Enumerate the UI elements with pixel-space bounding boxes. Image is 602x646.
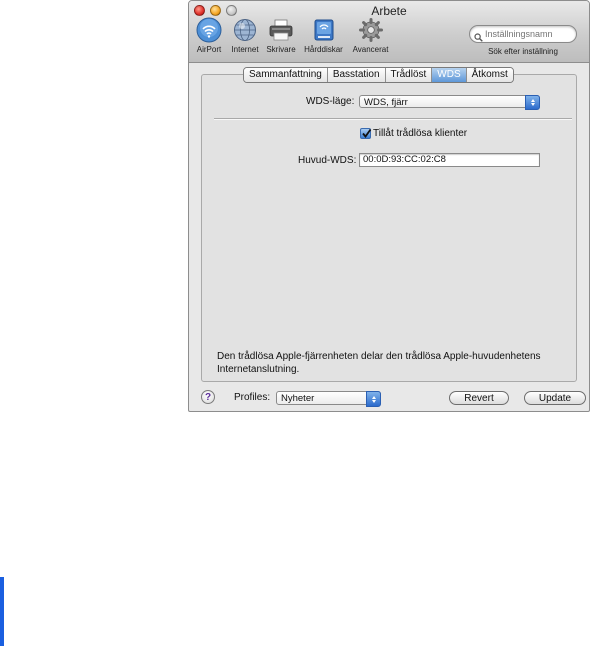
toolbar-item-internet[interactable]: Internet bbox=[228, 16, 262, 54]
toolbar-item-printers[interactable]: Skrivare bbox=[263, 16, 299, 54]
toolbar-item-label: Hårddiskar bbox=[304, 45, 343, 54]
search-icon bbox=[474, 29, 483, 47]
window-toolbar: Arbete AirPort Internet Skrivare Hårddis… bbox=[189, 1, 589, 63]
toolbar-item-airport[interactable]: AirPort bbox=[191, 16, 227, 54]
allow-wireless-clients-label: Tillåt trådlösa klienter bbox=[373, 128, 468, 139]
settings-search: Sök efter inställning bbox=[469, 25, 577, 56]
chevron-up-down-icon bbox=[366, 391, 381, 407]
form-divider bbox=[214, 118, 572, 120]
update-button[interactable]: Update bbox=[524, 391, 586, 405]
profiles-label: Profiles: bbox=[234, 392, 271, 403]
gear-icon bbox=[357, 16, 385, 44]
internet-globe-icon bbox=[231, 16, 259, 44]
allow-wireless-clients-checkbox[interactable] bbox=[360, 128, 372, 139]
profiles-value: Nyheter bbox=[281, 393, 315, 404]
search-caption: Sök efter inställning bbox=[488, 47, 558, 56]
wds-mode-value: WDS, fjärr bbox=[364, 97, 408, 108]
tab-summary[interactable]: Sammanfattning bbox=[244, 68, 328, 82]
chevron-up-down-icon bbox=[525, 95, 540, 110]
settings-tabs: Sammanfattning Basstation Trådlöst WDS Å… bbox=[243, 67, 514, 83]
airport-icon bbox=[195, 16, 223, 44]
wds-mode-select[interactable]: WDS, fjärr bbox=[359, 95, 540, 110]
main-wds-label: Huvud-WDS: bbox=[298, 155, 357, 166]
toolbar-items: AirPort Internet Skrivare Hårddiskar Ava… bbox=[191, 16, 394, 54]
airport-utility-window: Arbete AirPort Internet Skrivare Hårddis… bbox=[188, 0, 590, 412]
printer-icon bbox=[267, 16, 295, 44]
tab-wireless[interactable]: Trådlöst bbox=[385, 68, 433, 82]
main-wds-address-field[interactable] bbox=[359, 153, 540, 167]
toolbar-item-label: Avancerat bbox=[352, 45, 389, 54]
help-button[interactable]: ? bbox=[201, 390, 215, 404]
toolbar-item-advanced[interactable]: Avancerat bbox=[348, 16, 393, 54]
profiles-select[interactable]: Nyheter bbox=[276, 391, 381, 407]
checkmark-icon bbox=[362, 128, 372, 138]
bottom-bar: ? Profiles: Nyheter Revert Update bbox=[189, 385, 589, 411]
tab-access[interactable]: Åtkomst bbox=[466, 68, 513, 82]
toolbar-item-disks[interactable]: Hårddiskar bbox=[300, 16, 347, 54]
toolbar-item-label: Internet bbox=[231, 45, 259, 54]
tab-base-station[interactable]: Basstation bbox=[327, 68, 386, 82]
wds-settings-panel bbox=[201, 74, 577, 382]
search-field-frame bbox=[469, 25, 577, 43]
wds-mode-label: WDS-läge: bbox=[306, 96, 355, 107]
toolbar-item-label: Skrivare bbox=[266, 45, 296, 54]
search-input[interactable] bbox=[485, 27, 571, 40]
hard-disk-icon bbox=[310, 16, 338, 44]
wds-info-text: Den trådlösa Apple-fjärrenheten delar de… bbox=[217, 351, 541, 375]
toolbar-item-label: AirPort bbox=[196, 45, 222, 54]
revert-button[interactable]: Revert bbox=[449, 391, 509, 405]
page-edge-marker bbox=[0, 577, 4, 646]
tab-wds[interactable]: WDS bbox=[432, 68, 467, 82]
